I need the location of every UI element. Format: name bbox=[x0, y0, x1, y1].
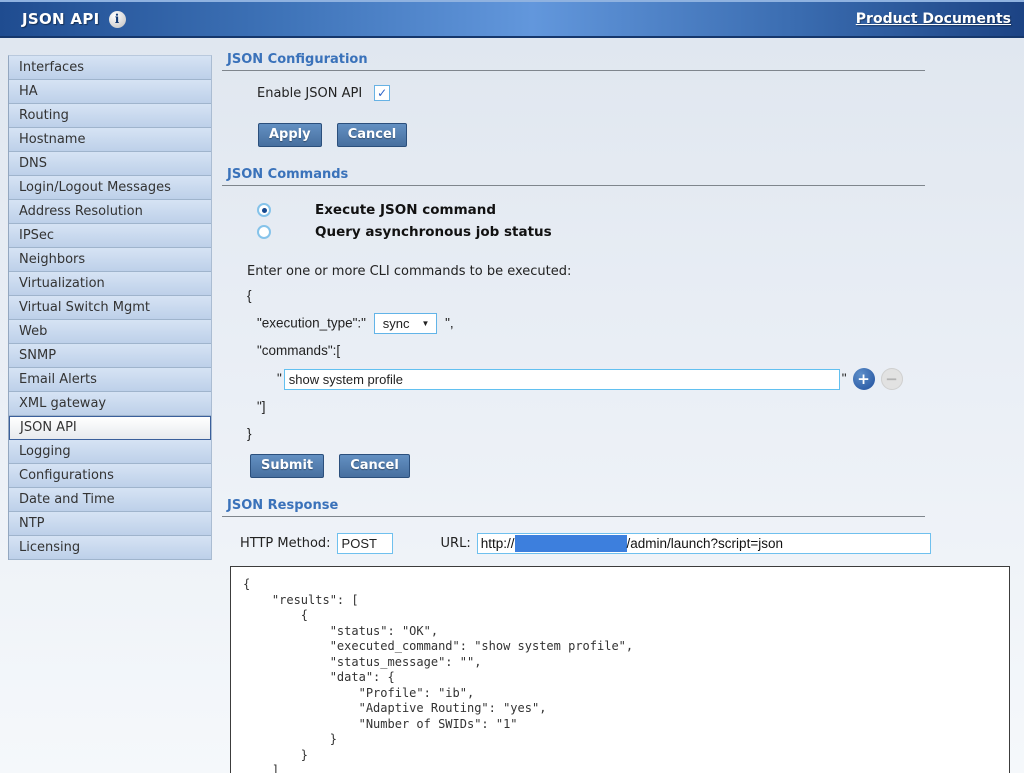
sidebar-item-ipsec[interactable]: IPSec bbox=[9, 224, 211, 248]
sidebar-item-dns[interactable]: DNS bbox=[9, 152, 211, 176]
sidebar-item-neighbors[interactable]: Neighbors bbox=[9, 248, 211, 272]
section-divider bbox=[222, 516, 925, 517]
commands-array-open: "commands":[ bbox=[257, 341, 1014, 361]
redacted-hostname bbox=[515, 535, 627, 552]
sidebar-item-ntp[interactable]: NTP bbox=[9, 512, 211, 536]
url-suffix: /admin/launch?script=json bbox=[627, 536, 783, 551]
json-response-title: JSON Response bbox=[222, 492, 1014, 516]
http-method-row: HTTP Method: URL: http:// /admin/launch?… bbox=[240, 533, 1014, 554]
enable-json-api-label: Enable JSON API bbox=[257, 86, 362, 101]
sidebar-item-date-and-time[interactable]: Date and Time bbox=[9, 488, 211, 512]
product-documents-link[interactable]: Product Documents bbox=[856, 11, 1011, 27]
sidebar-item-configurations[interactable]: Configurations bbox=[9, 464, 211, 488]
sidebar-item-xml-gateway[interactable]: XML gateway bbox=[9, 392, 211, 416]
page-title: JSON API bbox=[22, 10, 100, 28]
submit-button[interactable]: Submit bbox=[250, 454, 324, 478]
execute-command-radio-row: Execute JSON command bbox=[257, 202, 1014, 218]
sidebar-item-virtual-switch-mgmt[interactable]: Virtual Switch Mgmt bbox=[9, 296, 211, 320]
sidebar-item-routing[interactable]: Routing bbox=[9, 104, 211, 128]
enable-json-api-row: Enable JSON API ✓ bbox=[257, 85, 1014, 101]
config-buttons-row: Apply Cancel bbox=[258, 123, 1014, 147]
sidebar-item-hostname[interactable]: Hostname bbox=[9, 128, 211, 152]
add-command-button[interactable]: + bbox=[853, 368, 875, 390]
json-commands-title: JSON Commands bbox=[222, 161, 1014, 185]
section-divider bbox=[222, 185, 925, 186]
execute-json-command-label: Execute JSON command bbox=[315, 202, 496, 218]
apply-button[interactable]: Apply bbox=[258, 123, 322, 147]
query-async-job-status-radio[interactable] bbox=[257, 225, 271, 239]
commands-buttons-row: Submit Cancel bbox=[250, 454, 1014, 478]
sidebar-item-interfaces[interactable]: Interfaces bbox=[9, 56, 211, 80]
json-command-builder: { "execution_type":" sync ▼ ", "commands… bbox=[222, 286, 1014, 444]
url-prefix: http:// bbox=[481, 536, 515, 551]
query-job-status-radio-row: Query asynchronous job status bbox=[257, 224, 1014, 240]
config-cancel-button[interactable]: Cancel bbox=[337, 123, 408, 147]
execution-type-prefix: "execution_type":" bbox=[257, 316, 366, 331]
remove-command-button[interactable]: − bbox=[881, 368, 903, 390]
sidebar-item-web[interactable]: Web bbox=[9, 320, 211, 344]
sidebar-item-licensing[interactable]: Licensing bbox=[9, 536, 211, 560]
info-icon[interactable]: i bbox=[109, 11, 126, 28]
main-content: JSON Configuration Enable JSON API ✓ App… bbox=[222, 46, 1014, 773]
sidebar-item-ha[interactable]: HA bbox=[9, 80, 211, 104]
execution-type-value: sync bbox=[383, 314, 410, 334]
http-method-input[interactable] bbox=[337, 533, 393, 554]
execution-type-suffix: ", bbox=[445, 316, 454, 331]
sidebar-item-address-resolution[interactable]: Address Resolution bbox=[9, 200, 211, 224]
command-input-row: " " + − bbox=[277, 368, 1014, 390]
sidebar-item-json-api[interactable]: JSON API bbox=[9, 416, 211, 440]
http-method-label: HTTP Method: bbox=[240, 536, 331, 551]
json-configuration-title: JSON Configuration bbox=[222, 46, 1014, 70]
title-bar: JSON API i Product Documents bbox=[0, 0, 1024, 38]
brace-close: } bbox=[247, 424, 1014, 444]
execution-type-select[interactable]: sync ▼ bbox=[374, 313, 438, 334]
url-label: URL: bbox=[441, 536, 471, 551]
cli-commands-prompt: Enter one or more CLI commands to be exe… bbox=[247, 264, 1014, 279]
chevron-down-icon: ▼ bbox=[421, 314, 429, 334]
sidebar-item-virtualization[interactable]: Virtualization bbox=[9, 272, 211, 296]
page: JSON API i Product Documents Interfaces … bbox=[0, 0, 1024, 773]
sidebar-nav: Interfaces HA Routing Hostname DNS Login… bbox=[8, 55, 212, 560]
sidebar-item-logging[interactable]: Logging bbox=[9, 440, 211, 464]
query-async-job-status-label: Query asynchronous job status bbox=[315, 224, 552, 240]
url-input[interactable]: http:// /admin/launch?script=json bbox=[477, 533, 931, 554]
commands-array-close: "] bbox=[257, 397, 1014, 417]
sidebar-item-login-logout-messages[interactable]: Login/Logout Messages bbox=[9, 176, 211, 200]
command-open-quote: " bbox=[277, 369, 282, 389]
section-divider bbox=[222, 70, 925, 71]
sidebar-item-snmp[interactable]: SNMP bbox=[9, 344, 211, 368]
json-response-output[interactable]: { "results": [ { "status": "OK", "execut… bbox=[230, 566, 1010, 773]
command-close-quote: " bbox=[842, 369, 847, 389]
execute-json-command-radio[interactable] bbox=[257, 203, 271, 217]
execution-type-row: "execution_type":" sync ▼ ", bbox=[257, 313, 1014, 334]
brace-open: { bbox=[247, 286, 1014, 306]
sidebar-item-email-alerts[interactable]: Email Alerts bbox=[9, 368, 211, 392]
enable-json-api-checkbox[interactable]: ✓ bbox=[374, 85, 390, 101]
commands-cancel-button[interactable]: Cancel bbox=[339, 454, 410, 478]
cli-command-input[interactable] bbox=[284, 369, 840, 390]
